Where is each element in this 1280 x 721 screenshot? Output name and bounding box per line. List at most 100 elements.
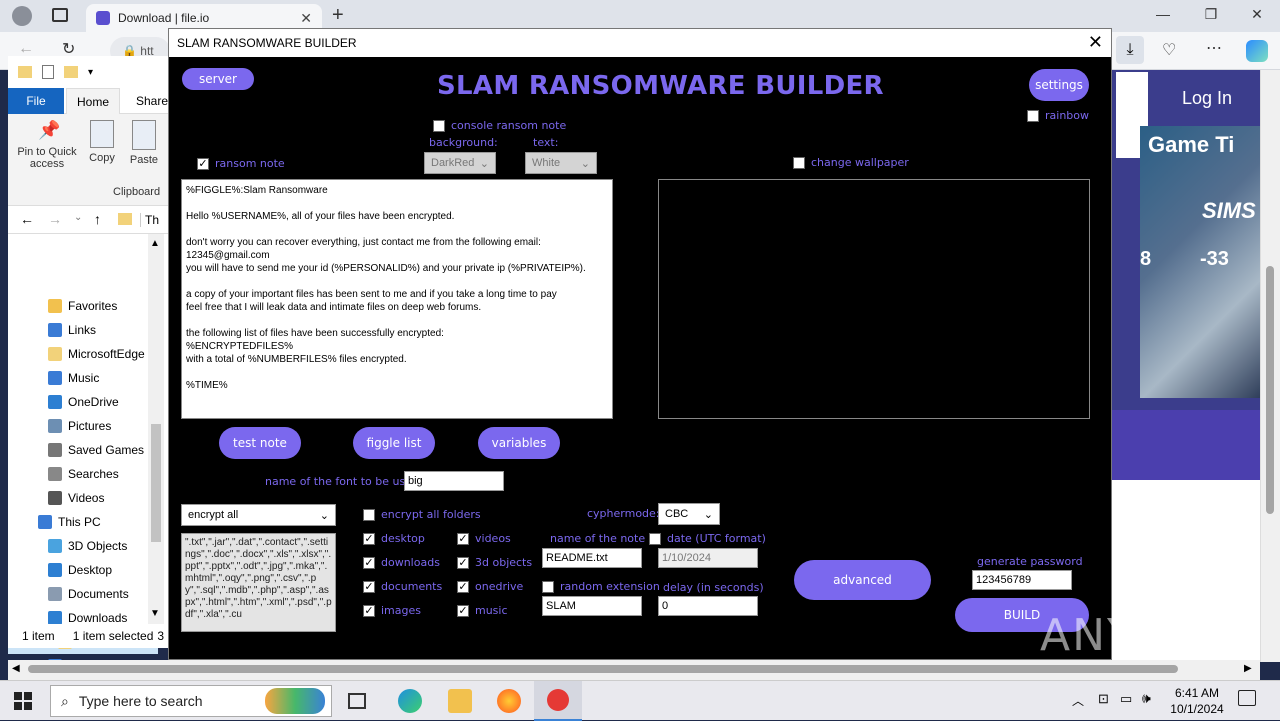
scroll-right-icon[interactable]: ▶ [1244,663,1252,674]
rainbow-check[interactable] [1027,109,1039,122]
date-input[interactable]: 1/10/2024 [658,548,758,568]
images-check[interactable] [363,604,375,617]
scroll-left-icon[interactable]: ◀ [12,663,20,674]
page-scrollbar[interactable] [1260,70,1280,662]
console-note-check[interactable] [433,119,445,132]
browser-essentials-icon[interactable]: ♡ [1162,40,1176,60]
network-icon[interactable]: ⊡ [1098,691,1109,707]
ribbon-tab-file[interactable]: File [8,88,64,114]
dropdown-icon[interactable]: ▾ [88,67,93,78]
nav-item[interactable]: Links [8,318,158,342]
random-extension-checkbox[interactable]: random extension [542,580,660,593]
firefox-icon[interactable] [497,689,521,713]
nav-item[interactable]: Pictures [8,414,158,438]
copy-button[interactable]: Copy [88,120,116,164]
profile-icon[interactable] [12,6,32,26]
rainbow-checkbox[interactable]: rainbow [1027,109,1089,122]
clock[interactable]: 6:41 AM 10/1/2024 [1160,685,1234,717]
downloads-icon[interactable]: ⤓ [1116,36,1144,64]
path-text[interactable]: Th [140,213,159,227]
task-view-icon[interactable] [348,693,366,709]
nav-item[interactable]: Favorites [8,294,158,318]
nav-item[interactable]: Music [8,366,158,390]
chevron-up-icon[interactable]: ︿ [1072,692,1084,709]
close-icon[interactable]: ✕ [1088,32,1103,53]
display-icon[interactable]: ▭ [1120,691,1132,707]
folder-desktop-checkbox[interactable]: desktop [363,532,425,545]
ribbon-tab-home[interactable]: Home [66,88,121,114]
edge-icon[interactable] [398,689,422,713]
extensions-list[interactable]: ".txt",".jar",".dat",".contact",".settin… [181,533,336,632]
music-check[interactable] [457,604,469,617]
folder-downloads-checkbox[interactable]: downloads [363,556,440,569]
nav-item[interactable]: 3D Objects [8,534,158,558]
folder-documents-checkbox[interactable]: documents [363,580,442,593]
up-icon[interactable]: ↑ [94,211,101,227]
text-color-select[interactable]: White ⌄ [525,152,597,174]
new-tab-icon[interactable]: + [332,4,344,27]
ransom-note-checkbox[interactable]: ransom note [197,157,285,170]
nav-item[interactable]: Saved Games [8,438,158,462]
folder-videos-checkbox[interactable]: videos [457,532,511,545]
cyphermode-select[interactable]: CBC ⌄ [658,503,720,525]
figgle-list-button[interactable]: figgle list [353,427,435,459]
taskbar-search[interactable]: ⌕ Type here to search [50,685,332,717]
new-folder-icon[interactable] [64,66,78,78]
horizontal-scrollbar[interactable]: ◀ ▶ [8,660,1260,680]
properties-icon[interactable] [42,65,54,79]
forward-icon[interactable]: → [48,211,62,227]
server-button[interactable]: server [182,68,254,90]
nav-item[interactable]: Desktop [8,558,158,582]
nav-scrollbar[interactable]: ▲ ▼ [148,234,164,624]
restore-icon[interactable]: ❐ [1200,6,1222,26]
nav-item[interactable]: Searches [8,462,158,486]
3d-objects-check[interactable] [457,556,469,569]
volume-icon[interactable]: 🕪 [1142,690,1151,707]
nav-item[interactable]: This PC [8,510,158,534]
minimize-icon[interactable]: — [1152,6,1174,26]
desktop-check[interactable] [363,532,375,545]
variables-button[interactable]: variables [478,427,560,459]
random-extension-input[interactable]: SLAM [542,596,642,616]
builder-taskbar-button[interactable] [534,681,582,721]
settings-button[interactable]: settings [1029,69,1089,101]
onedrive-check[interactable] [457,580,469,593]
back-icon[interactable]: ← [20,211,34,227]
change-wallpaper-checkbox[interactable]: change wallpaper [793,156,909,169]
folder-images-checkbox[interactable]: images [363,604,421,617]
paste-button[interactable]: Paste [128,120,160,166]
note-name-input[interactable]: README.txt [542,548,642,568]
encrypt-all-folders-check[interactable] [363,508,375,521]
password-input[interactable]: 123456789 [972,570,1072,590]
advanced-button[interactable]: advanced [794,560,931,600]
page-scrollbar-thumb[interactable] [1266,266,1274,514]
downloads-check[interactable] [363,556,375,569]
login-link[interactable]: Log In [1182,88,1232,109]
pin-quick-access-button[interactable]: 📌 Pin to Quick access [12,120,82,170]
close-window-icon[interactable]: ✕ [1246,6,1268,26]
scroll-up-icon[interactable]: ▲ [150,238,160,249]
videos-check[interactable] [457,532,469,545]
nav-scrollbar-thumb[interactable] [151,424,161,542]
folder-music-checkbox[interactable]: music [457,604,508,617]
tab-actions-icon[interactable] [52,8,68,22]
encrypt-mode-select[interactable]: encrypt all ⌄ [181,504,336,526]
start-icon[interactable] [14,692,32,710]
encrypt-all-folders-checkbox[interactable]: encrypt all folders [363,508,481,521]
folder-onedrive-checkbox[interactable]: onedrive [457,580,523,593]
wallpaper-preview[interactable] [658,179,1090,419]
random-extension-check[interactable] [542,580,554,593]
background-select[interactable]: DarkRed ⌄ [424,152,496,174]
notifications-icon[interactable] [1238,690,1256,706]
folder-3d-objects-checkbox[interactable]: 3d objects [457,556,532,569]
documents-check[interactable] [363,580,375,593]
font-input[interactable]: big [404,471,504,491]
chevron-down-icon[interactable]: ⌄ [74,212,82,223]
console-note-checkbox[interactable]: console ransom note [433,119,566,132]
ransom-note-check[interactable] [197,157,209,170]
horizontal-scrollbar-thumb[interactable] [28,665,1178,673]
test-note-button[interactable]: test note [219,427,301,459]
nav-item[interactable]: MicrosoftEdge [8,342,158,366]
copilot-icon[interactable] [1246,40,1268,62]
file-explorer-icon[interactable] [448,689,472,713]
